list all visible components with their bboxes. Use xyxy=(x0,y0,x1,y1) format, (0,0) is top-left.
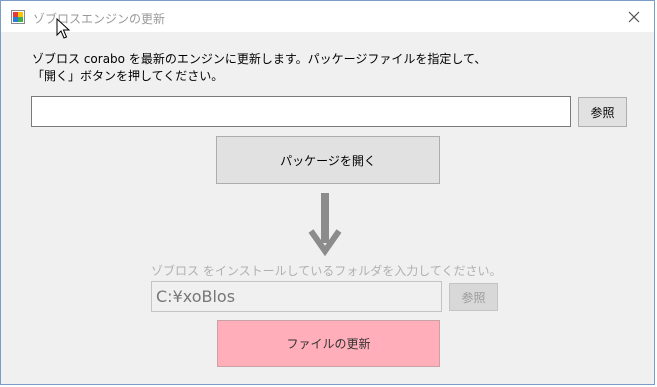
install-folder-label: ゾブロス をインストールしているフォルダを入力してください。 xyxy=(151,264,502,278)
down-arrow-icon xyxy=(308,193,342,257)
install-browse-button[interactable]: 参照 xyxy=(449,283,498,311)
package-path-input[interactable] xyxy=(31,96,571,127)
close-icon xyxy=(628,11,640,22)
dialog-window: ゾブロスエンジンの更新 ゾブロス corabo を最新のエンジンに更新します。パ… xyxy=(0,0,655,385)
app-icon xyxy=(11,10,25,24)
update-files-button[interactable]: ファイルの更新 xyxy=(217,320,440,367)
title-bar: ゾブロスエンジンの更新 xyxy=(1,1,654,32)
instructions-line-1: ゾブロス corabo を最新のエンジンに更新します。パッケージファイルを指定し… xyxy=(32,52,487,66)
mouse-cursor-icon xyxy=(56,18,70,39)
instructions-text: ゾブロス corabo を最新のエンジンに更新します。パッケージファイルを指定し… xyxy=(32,51,486,85)
package-browse-button[interactable]: 参照 xyxy=(578,97,627,127)
instructions-line-2: 「開く」ボタンを押してください。 xyxy=(32,69,224,83)
open-package-button[interactable]: パッケージを開く xyxy=(216,136,440,184)
install-folder-input[interactable]: C:¥xoBlos xyxy=(151,281,442,312)
close-button[interactable] xyxy=(614,1,654,32)
window-title: ゾブロスエンジンの更新 xyxy=(33,12,166,26)
